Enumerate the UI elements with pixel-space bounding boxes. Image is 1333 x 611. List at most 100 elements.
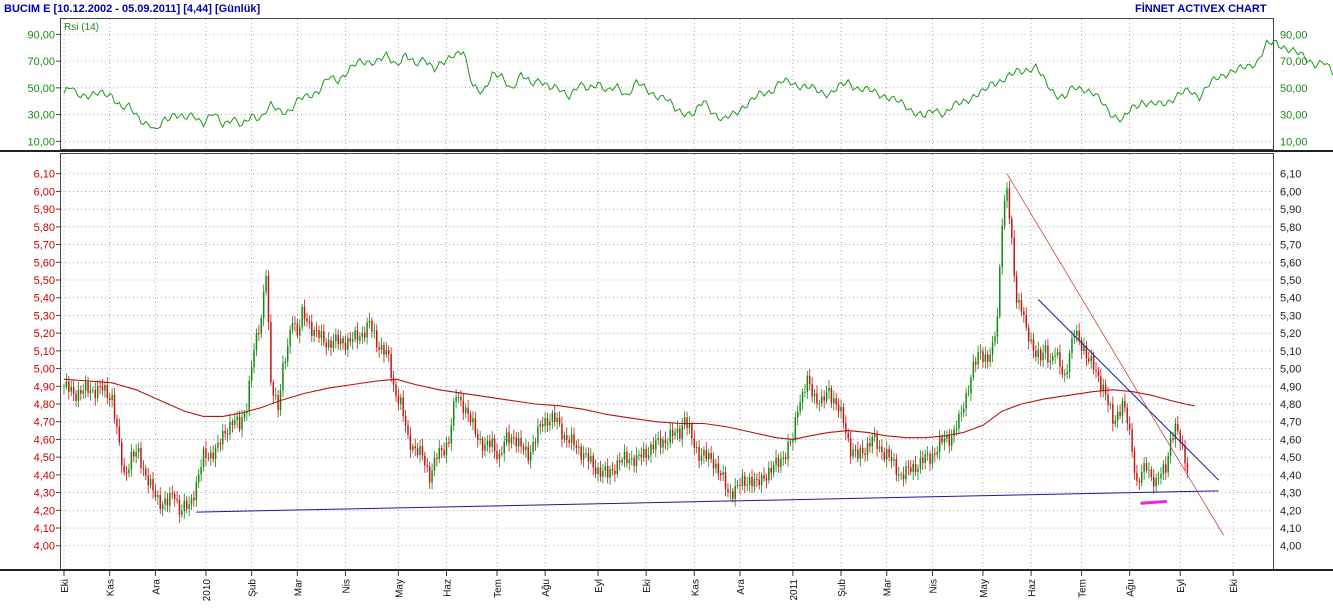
candle-body [272,382,275,396]
rsi-title: Rsi (14) [64,22,99,33]
price-tick-label-left: 6,00 [34,186,55,198]
candle-body [197,474,200,483]
candle-body [1049,360,1052,363]
candle-body [339,338,342,345]
candle-body [101,386,104,391]
price-tick-label-left: 5,20 [34,328,55,340]
candle-body [823,396,825,401]
candle-body [486,440,489,445]
candle-body [816,393,818,404]
candle-body [938,437,941,453]
candle-body [575,445,578,448]
candle-body [1107,394,1109,405]
candle-body [936,452,938,455]
candle-body [284,361,287,363]
candle-body [130,451,133,470]
candle-body [811,384,813,397]
candle-body [327,340,330,348]
candle-body [161,504,164,510]
candle-body [501,453,503,455]
candle-body [1061,366,1064,375]
candle-body [1051,356,1054,361]
candle-body [325,342,327,348]
candle-body [835,398,837,405]
candle-body [989,354,991,362]
candle-body [1023,311,1025,316]
candle-body [373,330,376,332]
candle-body [318,330,320,338]
candle-body [1114,420,1117,424]
candle-body [570,434,573,443]
candle-body [912,463,914,473]
candle-body [200,466,202,475]
candle-body [419,446,421,455]
candle-body [777,457,780,467]
candle-body [92,390,94,392]
candle-body [508,432,510,444]
price-tick-label-right: 5,30 [1280,310,1301,322]
candle-body [1184,445,1186,464]
candle-body [922,457,924,463]
candle-body [313,330,315,336]
candle-body [368,320,371,323]
candle-body [464,407,467,413]
candle-body [510,437,513,444]
candle-body [267,275,270,323]
candle-body [970,377,972,394]
candle-body [238,416,241,430]
price-tick-label-left: 4,00 [34,541,55,553]
candle-body [164,498,166,505]
date-tick-label: Ara [151,579,162,595]
candle-body [924,454,926,463]
candle-body [63,386,65,388]
candle-body [676,428,679,433]
candle-body [895,459,898,475]
candle-body [412,446,414,451]
candle-body [561,423,563,440]
candle-body [590,455,592,462]
candle-body [878,446,881,449]
candle-body [859,447,862,459]
candle-body [349,338,352,342]
price-tick-label-right: 5,50 [1280,275,1301,287]
candle-body [455,396,457,402]
date-tick-label: Eyl [594,579,605,593]
candle-body [226,433,229,435]
candle-body [1066,371,1068,375]
price-tick-label-left: 4,50 [34,452,55,464]
rsi-tick-label-right: 30,00 [1280,110,1308,122]
candle-body [113,394,116,419]
candle-body [840,407,842,412]
candle-body [941,437,943,443]
candle-body [890,457,893,461]
rsi-series-layer [63,39,1333,130]
price-tick-label-left: 5,60 [34,257,55,269]
price-tick-label-left: 5,50 [34,275,55,287]
candle-body [888,448,890,458]
candle-body [719,473,722,475]
candle-body [363,333,366,338]
candle-body [1032,339,1035,351]
candle-body [1083,345,1085,352]
candle-body [861,447,864,454]
candle-body [296,323,299,336]
candle-body [342,338,344,344]
date-tick-label: Haz [442,579,453,597]
candle-body [392,377,395,385]
candle-body [301,306,303,328]
candle-body [440,448,443,451]
candle-body [291,322,294,330]
candle-body [616,460,619,475]
candle-body [1076,330,1078,336]
candle-body [979,351,982,353]
rsi-tick-label-right: 70,00 [1280,56,1308,68]
candle-body [513,437,515,439]
candle-body [359,336,361,341]
price-tick-label-right: 4,40 [1280,470,1301,482]
candle-body [171,493,173,495]
candle-body [123,465,125,473]
price-tick-label-right: 4,90 [1280,381,1301,393]
candle-body [479,438,481,440]
candle-body [950,436,953,446]
candle-body [1150,469,1153,478]
